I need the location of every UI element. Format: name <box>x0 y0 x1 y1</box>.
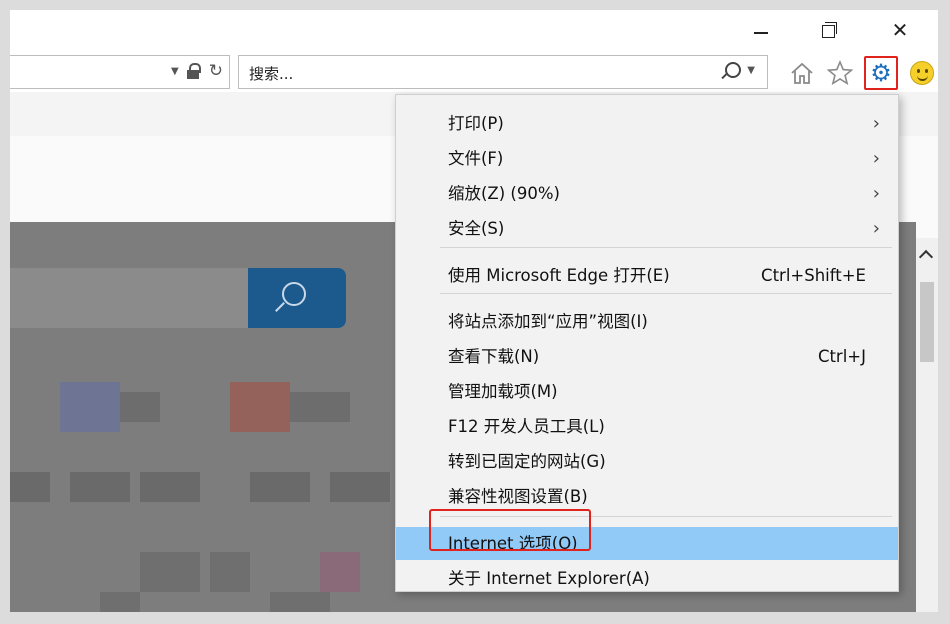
menu-item-label: 安全(S) <box>448 219 505 238</box>
home-icon[interactable] <box>788 58 816 88</box>
lock-icon[interactable] <box>186 63 201 79</box>
refresh-icon[interactable]: ↻ <box>209 61 223 81</box>
blurred-content <box>270 592 330 612</box>
menu-item-label: 关于 Internet Explorer(A) <box>448 569 650 588</box>
address-dropdown-icon[interactable]: ▼ <box>171 66 179 77</box>
menu-item-label: 转到已固定的网站(G) <box>448 452 606 471</box>
blurred-content <box>120 392 160 422</box>
menu-item-label: 查看下载(N) <box>448 347 540 366</box>
menu-item-shortcut: Ctrl+Shift+E <box>761 266 866 285</box>
menu-item-label: 打印(P) <box>448 114 504 133</box>
scroll-thumb[interactable] <box>920 282 934 362</box>
menu-item[interactable]: 安全(S) › <box>396 212 898 245</box>
page-search-field[interactable] <box>10 268 248 328</box>
search-icon[interactable] <box>725 62 742 78</box>
minimize-button[interactable] <box>744 16 778 44</box>
close-button[interactable]: ✕ <box>883 16 917 44</box>
chevron-right-icon: › <box>872 148 880 169</box>
gear-icon: ⚙ <box>870 59 892 87</box>
menu-separator <box>440 293 892 294</box>
menu-item[interactable]: 使用 Microsoft Edge 打开(E) Ctrl+Shift+E <box>396 259 898 292</box>
chevron-right-icon: › <box>872 218 880 239</box>
smiley-icon <box>910 61 934 85</box>
blurred-content <box>330 472 390 502</box>
blurred-content <box>320 552 360 592</box>
menu-item[interactable]: 缩放(Z) (90%) › <box>396 177 898 210</box>
menu-item-label: 使用 Microsoft Edge 打开(E) <box>448 266 670 285</box>
blurred-content <box>140 552 200 592</box>
blurred-content <box>100 592 140 612</box>
page-search-button[interactable] <box>248 268 346 328</box>
title-bar: ✕ <box>10 10 938 54</box>
blurred-content <box>70 472 130 502</box>
menu-item[interactable]: 关于 Internet Explorer(A) <box>396 562 898 595</box>
menu-item-label: 将站点添加到“应用”视图(I) <box>448 312 648 331</box>
blurred-content <box>140 472 200 502</box>
blurred-content <box>60 382 120 432</box>
menu-item[interactable]: 转到已固定的网站(G) <box>396 445 898 478</box>
menu-item[interactable]: 查看下载(N) Ctrl+J <box>396 340 898 373</box>
chevron-right-icon: › <box>872 113 880 134</box>
menu-item[interactable]: 文件(F) › <box>396 142 898 175</box>
feedback-button[interactable] <box>908 58 936 88</box>
chevron-right-icon: › <box>872 183 880 204</box>
blurred-content <box>230 382 290 432</box>
search-input[interactable]: 搜索... ▼ <box>238 55 768 89</box>
menu-separator <box>440 247 892 248</box>
vertical-scrollbar[interactable] <box>916 238 938 612</box>
command-toolbar: ⚙ <box>788 56 936 90</box>
menu-item-label: F12 开发人员工具(L) <box>448 417 605 436</box>
address-bar[interactable]: ▼ ↻ <box>10 55 230 89</box>
menu-item-label: 管理加载项(M) <box>448 382 558 401</box>
blurred-content <box>10 472 50 502</box>
tools-button[interactable]: ⚙ <box>864 56 898 90</box>
scroll-up-icon[interactable] <box>918 249 934 265</box>
annotation-highlight-box <box>429 509 591 551</box>
menu-item[interactable]: 将站点添加到“应用”视图(I) <box>396 305 898 338</box>
restore-button[interactable] <box>811 16 845 44</box>
blurred-content <box>210 552 250 592</box>
menu-item-label: 缩放(Z) (90%) <box>448 184 560 203</box>
menu-item[interactable]: 管理加载项(M) <box>396 375 898 408</box>
star-icon[interactable] <box>826 58 854 88</box>
search-icon <box>282 282 306 306</box>
blurred-content <box>290 392 350 422</box>
menu-item-label: 文件(F) <box>448 149 504 168</box>
browser-window: ✕ ▼ ↻ 搜索... ▼ ⚙ 打印(P) › 文件(F) › 缩放(Z) (9… <box>0 0 950 624</box>
search-dropdown-icon[interactable]: ▼ <box>747 65 755 76</box>
search-placeholder: 搜索... <box>249 65 294 83</box>
menu-item-shortcut: Ctrl+J <box>817 347 866 366</box>
blurred-content <box>250 472 310 502</box>
menu-item[interactable]: F12 开发人员工具(L) <box>396 410 898 443</box>
menu-item[interactable]: 打印(P) › <box>396 107 898 140</box>
